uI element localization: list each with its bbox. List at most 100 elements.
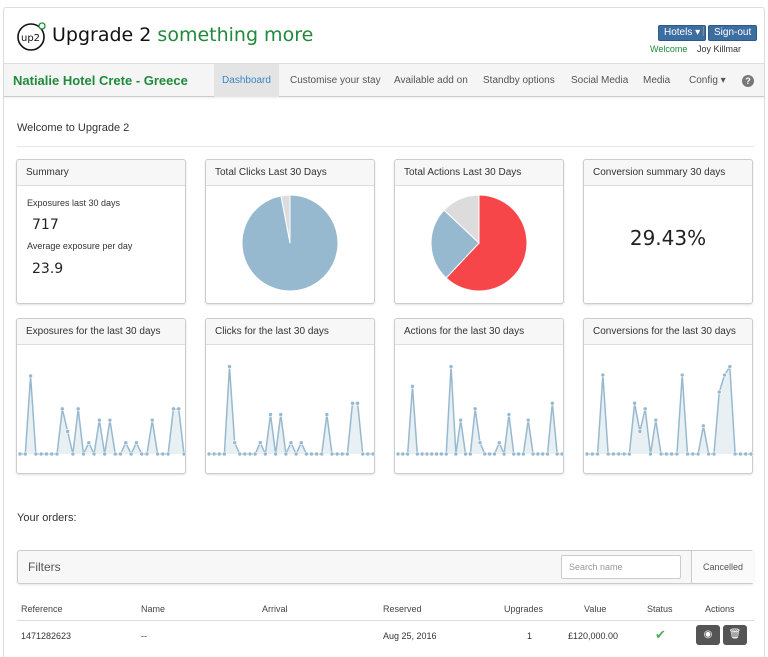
data-point[interactable] <box>222 451 227 457</box>
data-point[interactable] <box>288 440 294 446</box>
data-point[interactable] <box>86 440 92 446</box>
data-point[interactable] <box>589 451 595 457</box>
data-point[interactable] <box>738 451 743 457</box>
data-point[interactable] <box>506 412 512 417</box>
data-point[interactable] <box>395 451 401 457</box>
data-point[interactable] <box>22 451 28 457</box>
data-point[interactable] <box>448 364 454 369</box>
data-point[interactable] <box>283 451 289 457</box>
data-point[interactable] <box>674 451 680 457</box>
data-point[interactable] <box>584 451 590 457</box>
data-point[interactable] <box>559 451 565 457</box>
data-point[interactable] <box>237 451 243 457</box>
hotel-name[interactable]: Natialie Hotel Crete - Greece <box>13 73 188 88</box>
data-point[interactable] <box>345 451 350 457</box>
data-point[interactable] <box>748 451 754 457</box>
data-point[interactable] <box>139 451 144 457</box>
data-point[interactable] <box>611 451 616 457</box>
data-point[interactable] <box>134 440 139 446</box>
data-point[interactable] <box>70 451 76 457</box>
data-point[interactable] <box>525 417 531 423</box>
data-point[interactable] <box>211 451 217 457</box>
nav-config[interactable]: Config ▾ <box>681 64 734 97</box>
data-point[interactable] <box>669 451 674 457</box>
data-point[interactable] <box>443 451 449 457</box>
data-point[interactable] <box>128 451 134 457</box>
data-point[interactable] <box>155 451 160 457</box>
data-point[interactable] <box>679 372 685 378</box>
data-point[interactable] <box>102 451 107 457</box>
data-point[interactable] <box>329 451 335 457</box>
nav-dashboard[interactable]: Dashboard <box>214 64 279 97</box>
data-point[interactable] <box>91 451 97 457</box>
data-point[interactable] <box>365 451 371 457</box>
data-point[interactable] <box>118 451 123 457</box>
data-point[interactable] <box>496 440 502 446</box>
data-point[interactable] <box>487 451 492 457</box>
data-point[interactable] <box>550 400 555 406</box>
data-point[interactable] <box>293 451 299 457</box>
data-point[interactable] <box>664 451 669 457</box>
data-point[interactable] <box>424 451 430 457</box>
data-point[interactable] <box>706 451 711 457</box>
data-point[interactable] <box>360 451 366 457</box>
data-point[interactable] <box>458 417 464 423</box>
data-point[interactable] <box>521 451 526 457</box>
data-point[interactable] <box>414 451 420 457</box>
data-point[interactable] <box>149 417 155 423</box>
data-point[interactable] <box>242 451 248 457</box>
nav-media[interactable]: Media <box>635 64 678 97</box>
data-point[interactable] <box>468 451 473 457</box>
col-name[interactable]: Name <box>141 604 165 614</box>
data-point[interactable] <box>54 451 60 457</box>
col-reference[interactable]: Reference <box>21 604 63 614</box>
col-arrival[interactable]: Arrival <box>262 604 288 614</box>
data-point[interactable] <box>81 451 86 457</box>
help-icon[interactable]: ? <box>742 75 754 87</box>
data-point[interactable] <box>621 451 627 457</box>
data-point[interactable] <box>695 451 701 457</box>
data-point[interactable] <box>278 412 284 417</box>
data-point[interactable] <box>637 429 643 434</box>
data-point[interactable] <box>472 406 478 412</box>
data-point[interactable] <box>309 451 314 457</box>
col-upgrades[interactable]: Upgrades <box>504 604 543 614</box>
data-point[interactable] <box>540 451 546 457</box>
data-point[interactable] <box>97 417 102 423</box>
data-point[interactable] <box>252 451 258 457</box>
data-point[interactable] <box>439 451 444 457</box>
data-point[interactable] <box>324 412 330 417</box>
data-point[interactable] <box>350 400 355 406</box>
col-value[interactable]: Value <box>584 604 606 614</box>
data-point[interactable] <box>60 406 65 412</box>
data-point[interactable] <box>716 389 722 395</box>
data-point[interactable] <box>627 451 632 457</box>
data-point[interactable] <box>206 451 212 457</box>
data-point[interactable] <box>658 451 664 457</box>
data-point[interactable] <box>370 451 376 457</box>
data-point[interactable] <box>38 451 44 457</box>
data-point[interactable] <box>298 440 304 446</box>
data-point[interactable] <box>410 384 415 389</box>
data-point[interactable] <box>545 451 550 457</box>
col-reserved[interactable]: Reserved <box>383 604 422 614</box>
data-point[interactable] <box>616 451 622 457</box>
data-point[interactable] <box>595 451 600 457</box>
data-point[interactable] <box>28 373 33 379</box>
data-point[interactable] <box>263 451 268 457</box>
nav-customise-your-stay[interactable]: Customise your stay <box>282 64 389 97</box>
col-status[interactable]: Status <box>647 604 673 614</box>
data-point[interactable] <box>600 372 606 378</box>
data-point[interactable] <box>17 451 23 457</box>
hotels-dropdown-button[interactable]: Hotels ▾ <box>658 25 707 41</box>
data-point[interactable] <box>501 451 507 457</box>
data-point[interactable] <box>711 451 717 457</box>
data-point[interactable] <box>268 412 273 417</box>
data-point[interactable] <box>112 451 118 457</box>
data-point[interactable] <box>463 451 468 457</box>
data-point[interactable] <box>304 451 309 457</box>
data-point[interactable] <box>429 451 435 457</box>
data-point[interactable] <box>743 451 749 457</box>
data-point[interactable] <box>477 440 483 446</box>
search-name-input[interactable] <box>561 555 681 579</box>
